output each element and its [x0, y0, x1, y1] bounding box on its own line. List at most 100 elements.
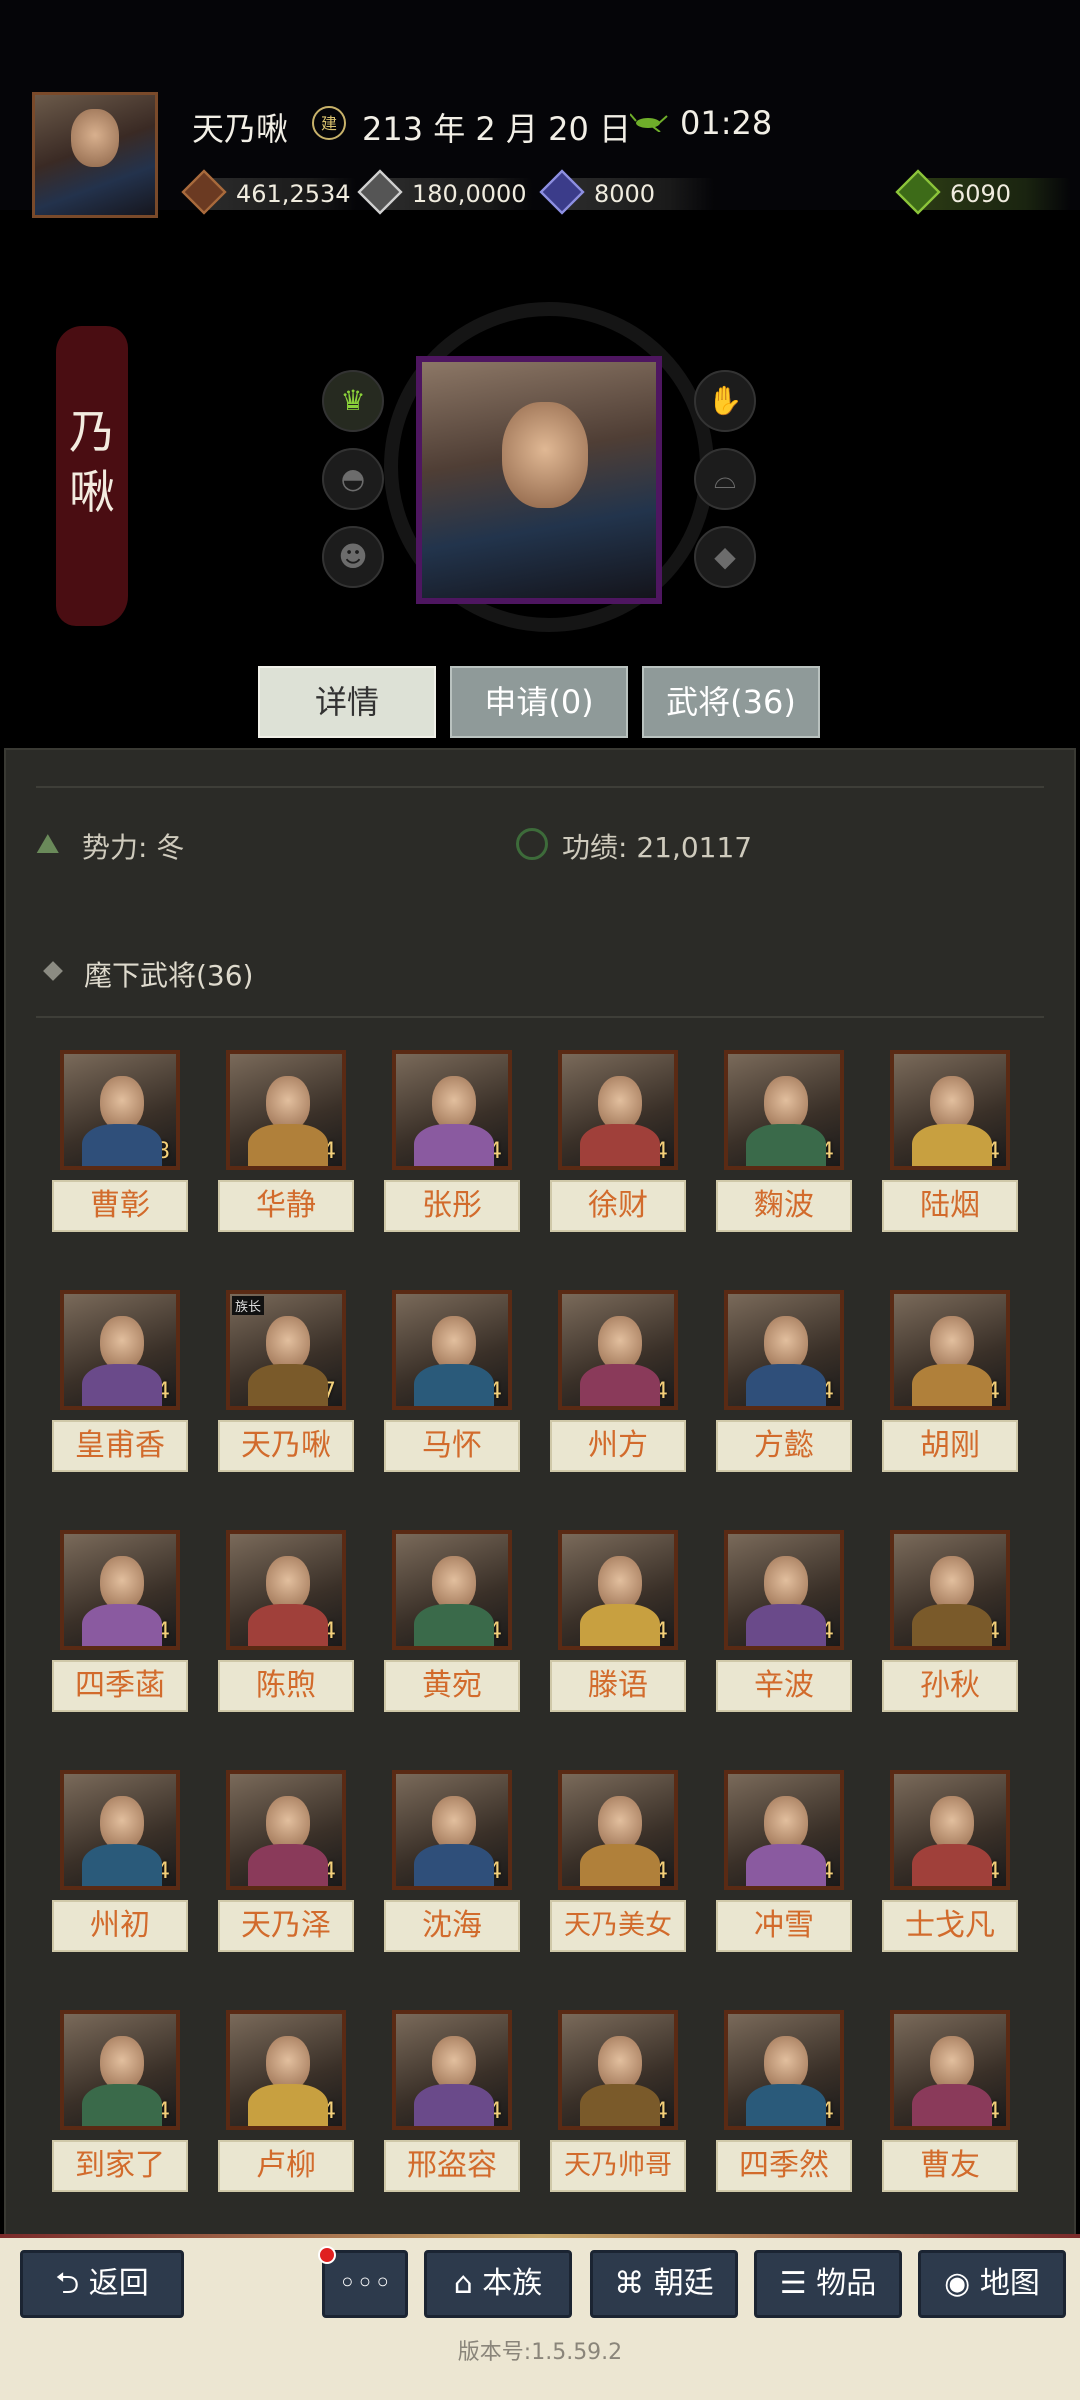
general-card[interactable]: 4 滕语 [550, 1530, 686, 1720]
food-resource[interactable]: 180,0000 [357, 169, 532, 216]
general-name[interactable]: 曹友 [882, 2140, 1018, 2192]
general-portrait[interactable]: 4 [226, 1050, 346, 1170]
general-card[interactable]: 4 张彤 [384, 1050, 520, 1240]
graduation-cap-icon[interactable]: ◆ [694, 526, 756, 588]
general-card[interactable]: 8 曹彰 [52, 1050, 188, 1240]
general-portrait[interactable]: COST 4 [60, 2010, 180, 2130]
general-portrait[interactable]: 4 [890, 1770, 1010, 1890]
general-portrait[interactable]: COST 4 [724, 1770, 844, 1890]
items-button[interactable]: ☰ 物品 [754, 2250, 902, 2318]
general-portrait[interactable]: COST 4 [558, 2010, 678, 2130]
gold-resource[interactable]: 6090 [895, 169, 1070, 216]
player-avatar[interactable] [32, 92, 158, 218]
general-name[interactable]: 胡刚 [882, 1420, 1018, 1472]
general-card[interactable]: 4 曹友 [882, 2010, 1018, 2200]
general-portrait[interactable]: 4 [724, 1050, 844, 1170]
general-portrait[interactable]: COST 4 [392, 1530, 512, 1650]
general-name[interactable]: 孙秋 [882, 1660, 1018, 1712]
general-card[interactable]: COST 4 卢柳 [218, 2010, 354, 2200]
clan-button[interactable]: ⌂ 本族 [424, 2250, 572, 2318]
general-card[interactable]: 4 州方 [550, 1290, 686, 1480]
general-card[interactable]: 4 孙秋 [882, 1530, 1018, 1720]
general-name[interactable]: 曹彰 [52, 1180, 188, 1232]
general-name[interactable]: 黄宛 [384, 1660, 520, 1712]
coin-resource[interactable]: 461,2534 [181, 169, 356, 216]
general-card[interactable]: COST 4 陈煦 [218, 1530, 354, 1720]
general-card[interactable]: COST 4 黄宛 [384, 1530, 520, 1720]
crown-icon[interactable]: ♛ [322, 370, 384, 432]
general-card[interactable]: COST 4 四季然 [716, 2010, 852, 2200]
general-card[interactable]: 4 麴波 [716, 1050, 852, 1240]
general-name[interactable]: 天乃帅哥 [550, 2140, 686, 2192]
general-card[interactable]: 4 华静 [218, 1050, 354, 1240]
general-card[interactable]: COST 4 邢盗容 [384, 2010, 520, 2200]
general-card[interactable]: COST 4 皇甫香 [52, 1290, 188, 1480]
back-button[interactable]: ⮌ 返回 [20, 2250, 184, 2318]
hand-icon[interactable]: ✋ [694, 370, 756, 432]
general-portrait[interactable]: COST 4 [558, 1770, 678, 1890]
general-portrait[interactable]: COST 4 [724, 2010, 844, 2130]
general-name[interactable]: 方懿 [716, 1420, 852, 1472]
general-name[interactable]: 四季菡 [52, 1660, 188, 1712]
general-portrait[interactable]: COST 4 [60, 1290, 180, 1410]
general-portrait[interactable]: 4 [392, 1770, 512, 1890]
general-name[interactable]: 徐财 [550, 1180, 686, 1232]
general-card[interactable]: COST 4 天乃美女 [550, 1770, 686, 1960]
general-portrait[interactable]: COST 4 [226, 2010, 346, 2130]
hat-icon[interactable]: ⌓ [694, 448, 756, 510]
general-name[interactable]: 华静 [218, 1180, 354, 1232]
court-button[interactable]: ⌘ 朝廷 [590, 2250, 738, 2318]
general-card[interactable]: 4 士戈凡 [882, 1770, 1018, 1960]
general-card[interactable]: COST 4 胡刚 [882, 1290, 1018, 1480]
general-name[interactable]: 张彤 [384, 1180, 520, 1232]
general-portrait[interactable]: 4 [558, 1530, 678, 1650]
mask-icon[interactable]: ☻ [322, 526, 384, 588]
general-portrait[interactable]: 4 [724, 1290, 844, 1410]
helmet-icon[interactable]: ◓ [322, 448, 384, 510]
map-button[interactable]: ◉ 地图 [918, 2250, 1066, 2318]
general-card[interactable]: COST 4 天乃帅哥 [550, 2010, 686, 2200]
general-name[interactable]: 陈煦 [218, 1660, 354, 1712]
general-name[interactable]: 滕语 [550, 1660, 686, 1712]
general-card[interactable]: 4 沈海 [384, 1770, 520, 1960]
general-name[interactable]: 天乃泽 [218, 1900, 354, 1952]
general-portrait[interactable]: COST 4 [392, 1290, 512, 1410]
general-name[interactable]: 州方 [550, 1420, 686, 1472]
general-portrait[interactable]: COST 4 [890, 1290, 1010, 1410]
general-card[interactable]: COST 4 冲雪 [716, 1770, 852, 1960]
general-name[interactable]: 天乃美女 [550, 1900, 686, 1952]
general-card[interactable]: COST 4 到家了 [52, 2010, 188, 2200]
general-name[interactable]: 四季然 [716, 2140, 852, 2192]
general-portrait[interactable]: 4 [890, 1050, 1010, 1170]
general-portrait[interactable]: 4 [558, 1050, 678, 1170]
general-name[interactable]: 马怀 [384, 1420, 520, 1472]
general-portrait[interactable]: COST 4 [226, 1770, 346, 1890]
general-card[interactable]: COST 4 天乃泽 [218, 1770, 354, 1960]
tab-generals[interactable]: 武将(36) [642, 666, 820, 738]
general-portrait[interactable]: COST 4 [392, 2010, 512, 2130]
general-name[interactable]: 辛波 [716, 1660, 852, 1712]
general-card[interactable]: 4 辛波 [716, 1530, 852, 1720]
general-name[interactable]: 士戈凡 [882, 1900, 1018, 1952]
general-card[interactable]: 族长 COST 7 天乃啾 [218, 1290, 354, 1480]
tab-details[interactable]: 详情 [258, 666, 436, 738]
general-card[interactable]: COST 4 州初 [52, 1770, 188, 1960]
general-name[interactable]: 麴波 [716, 1180, 852, 1232]
general-portrait[interactable]: COST 4 [60, 1770, 180, 1890]
general-card[interactable]: COST 4 马怀 [384, 1290, 520, 1480]
general-portrait[interactable]: 4 [890, 2010, 1010, 2130]
general-name[interactable]: 陆烟 [882, 1180, 1018, 1232]
troops-resource[interactable]: 8000 [539, 169, 714, 216]
general-card[interactable]: 4 徐财 [550, 1050, 686, 1240]
general-portrait[interactable]: 4 [60, 1530, 180, 1650]
general-portrait[interactable]: 族长 COST 7 [226, 1290, 346, 1410]
general-name[interactable]: 沈海 [384, 1900, 520, 1952]
general-name[interactable]: 冲雪 [716, 1900, 852, 1952]
general-name[interactable]: 卢柳 [218, 2140, 354, 2192]
general-portrait[interactable]: 4 [558, 1290, 678, 1410]
general-name[interactable]: 天乃啾 [218, 1420, 354, 1472]
general-name[interactable]: 州初 [52, 1900, 188, 1952]
general-card[interactable]: 4 四季菡 [52, 1530, 188, 1720]
general-card[interactable]: 4 方懿 [716, 1290, 852, 1480]
general-card[interactable]: 4 陆烟 [882, 1050, 1018, 1240]
